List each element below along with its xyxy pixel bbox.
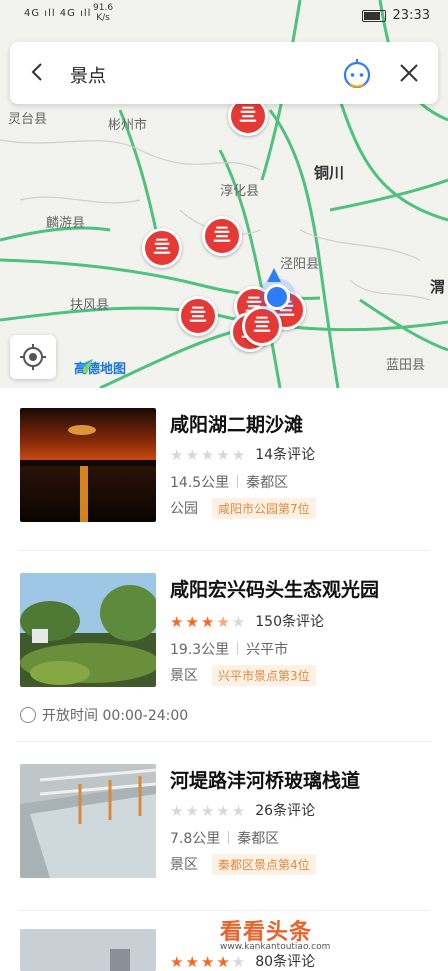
- poi-marker[interactable]: 亖: [242, 306, 282, 346]
- poi-marker[interactable]: 亖: [178, 296, 218, 336]
- back-icon[interactable]: [28, 62, 48, 82]
- map-label-lingtai: 灵台县: [8, 112, 48, 127]
- result-title[interactable]: 咸阳湖二期沙滩: [170, 410, 303, 437]
- result-thumbnail: [20, 764, 156, 878]
- map-label-tongchuan: 铜川: [314, 164, 345, 182]
- result-category: 景区 兴平市景点第3位: [170, 665, 316, 686]
- rank-badge: 兴平市景点第3位: [212, 665, 316, 686]
- close-icon[interactable]: [398, 62, 420, 84]
- map-label-linyou: 麟游县: [46, 216, 86, 231]
- rank-badge: 秦都区景点第4位: [212, 854, 316, 875]
- list-item[interactable]: 咸阳湖二期沙滩 ★★★★★ 14条评论 14.5公里 秦都区 公园 咸阳市公园第7位: [18, 388, 430, 551]
- battery-icon: [362, 10, 386, 22]
- sunset-lake-image: [20, 408, 156, 522]
- result-meta: 7.8公里 秦都区: [170, 831, 280, 847]
- result-thumbnail: [20, 408, 156, 522]
- map-view[interactable]: 4G ıll 4G ıll 91.6 K/s 23:33 灵台县 彬州市 铜川 淳…: [0, 0, 448, 388]
- crosshair-icon: [20, 344, 46, 370]
- current-location-dot: [264, 284, 290, 310]
- result-rating: ★★★★★ 14条评论: [170, 446, 316, 464]
- clock-icon: [20, 707, 36, 723]
- watermark: 看看头条 www.kankantoutiao.com: [220, 920, 331, 952]
- star-rating: ★★★★★: [170, 953, 248, 971]
- star-rating: ★★★★★: [170, 802, 248, 820]
- heading-arrow-icon: [267, 268, 281, 282]
- result-thumbnail: [20, 573, 156, 687]
- map-label-jingyang: 泾阳县: [280, 257, 320, 272]
- signal-icon: 4G ıll 4G ıll: [24, 8, 92, 19]
- star-rating: ★★★★★: [170, 446, 248, 464]
- net-speed: 91.6 K/s: [93, 3, 114, 23]
- glass-walkway-image: [20, 764, 156, 878]
- result-meta: 14.5公里 秦都区: [170, 475, 289, 491]
- status-bar: 4G ıll 4G ıll 91.6 K/s 23:33: [0, 0, 448, 30]
- list-item[interactable]: 咸阳宏兴码头生态观光园 ★★★★★ 150条评论 19.3公里 兴平市 景区 兴平市景…: [18, 551, 430, 742]
- rank-badge: 咸阳市公园第7位: [212, 498, 316, 519]
- result-title[interactable]: 河堤路沣河桥玻璃栈道: [170, 766, 360, 793]
- poi-marker[interactable]: 亖: [202, 216, 242, 256]
- map-label-wei: 渭: [430, 278, 446, 296]
- result-category: 景区 秦都区景点第4位: [170, 854, 316, 875]
- result-category: 公园 咸阳市公园第7位: [170, 498, 316, 519]
- search-bar[interactable]: 景点: [10, 42, 438, 104]
- amap-logo-icon: [75, 359, 93, 375]
- result-meta: 19.3公里 兴平市: [170, 642, 289, 658]
- result-rating: ★★★★★ 80条评论: [170, 953, 316, 971]
- park-image: [20, 573, 156, 687]
- star-rating: ★★★★★: [170, 613, 248, 631]
- map-label-fufeng: 扶风县: [70, 298, 110, 313]
- result-rating: ★★★★★ 26条评论: [170, 802, 316, 820]
- map-label-binzhou: 彬州市: [108, 118, 148, 133]
- search-query[interactable]: 景点: [70, 62, 106, 88]
- map-label-chunhua: 淳化县: [220, 184, 260, 199]
- map-label-lantian: 蓝田县: [386, 358, 426, 373]
- result-thumbnail: [20, 929, 156, 971]
- opening-hours: 开放时间 00:00-24:00: [20, 705, 188, 725]
- result-title[interactable]: 咸阳宏兴码头生态观光园: [170, 575, 379, 602]
- map-brand: 高德地图: [74, 358, 126, 377]
- clock: 23:33: [392, 8, 430, 23]
- list-item[interactable]: 河堤路沣河桥玻璃栈道 ★★★★★ 26条评论 7.8公里 秦都区 景区 秦都区景点第4…: [18, 742, 430, 911]
- result-rating: ★★★★★ 150条评论: [170, 613, 324, 631]
- voice-assistant-icon[interactable]: [340, 56, 374, 90]
- result-list: 咸阳湖二期沙滩 ★★★★★ 14条评论 14.5公里 秦都区 公园 咸阳市公园第7位 …: [0, 388, 448, 971]
- locate-me-button[interactable]: [10, 335, 56, 379]
- sky-image: [20, 929, 156, 971]
- poi-marker[interactable]: 亖: [142, 228, 182, 268]
